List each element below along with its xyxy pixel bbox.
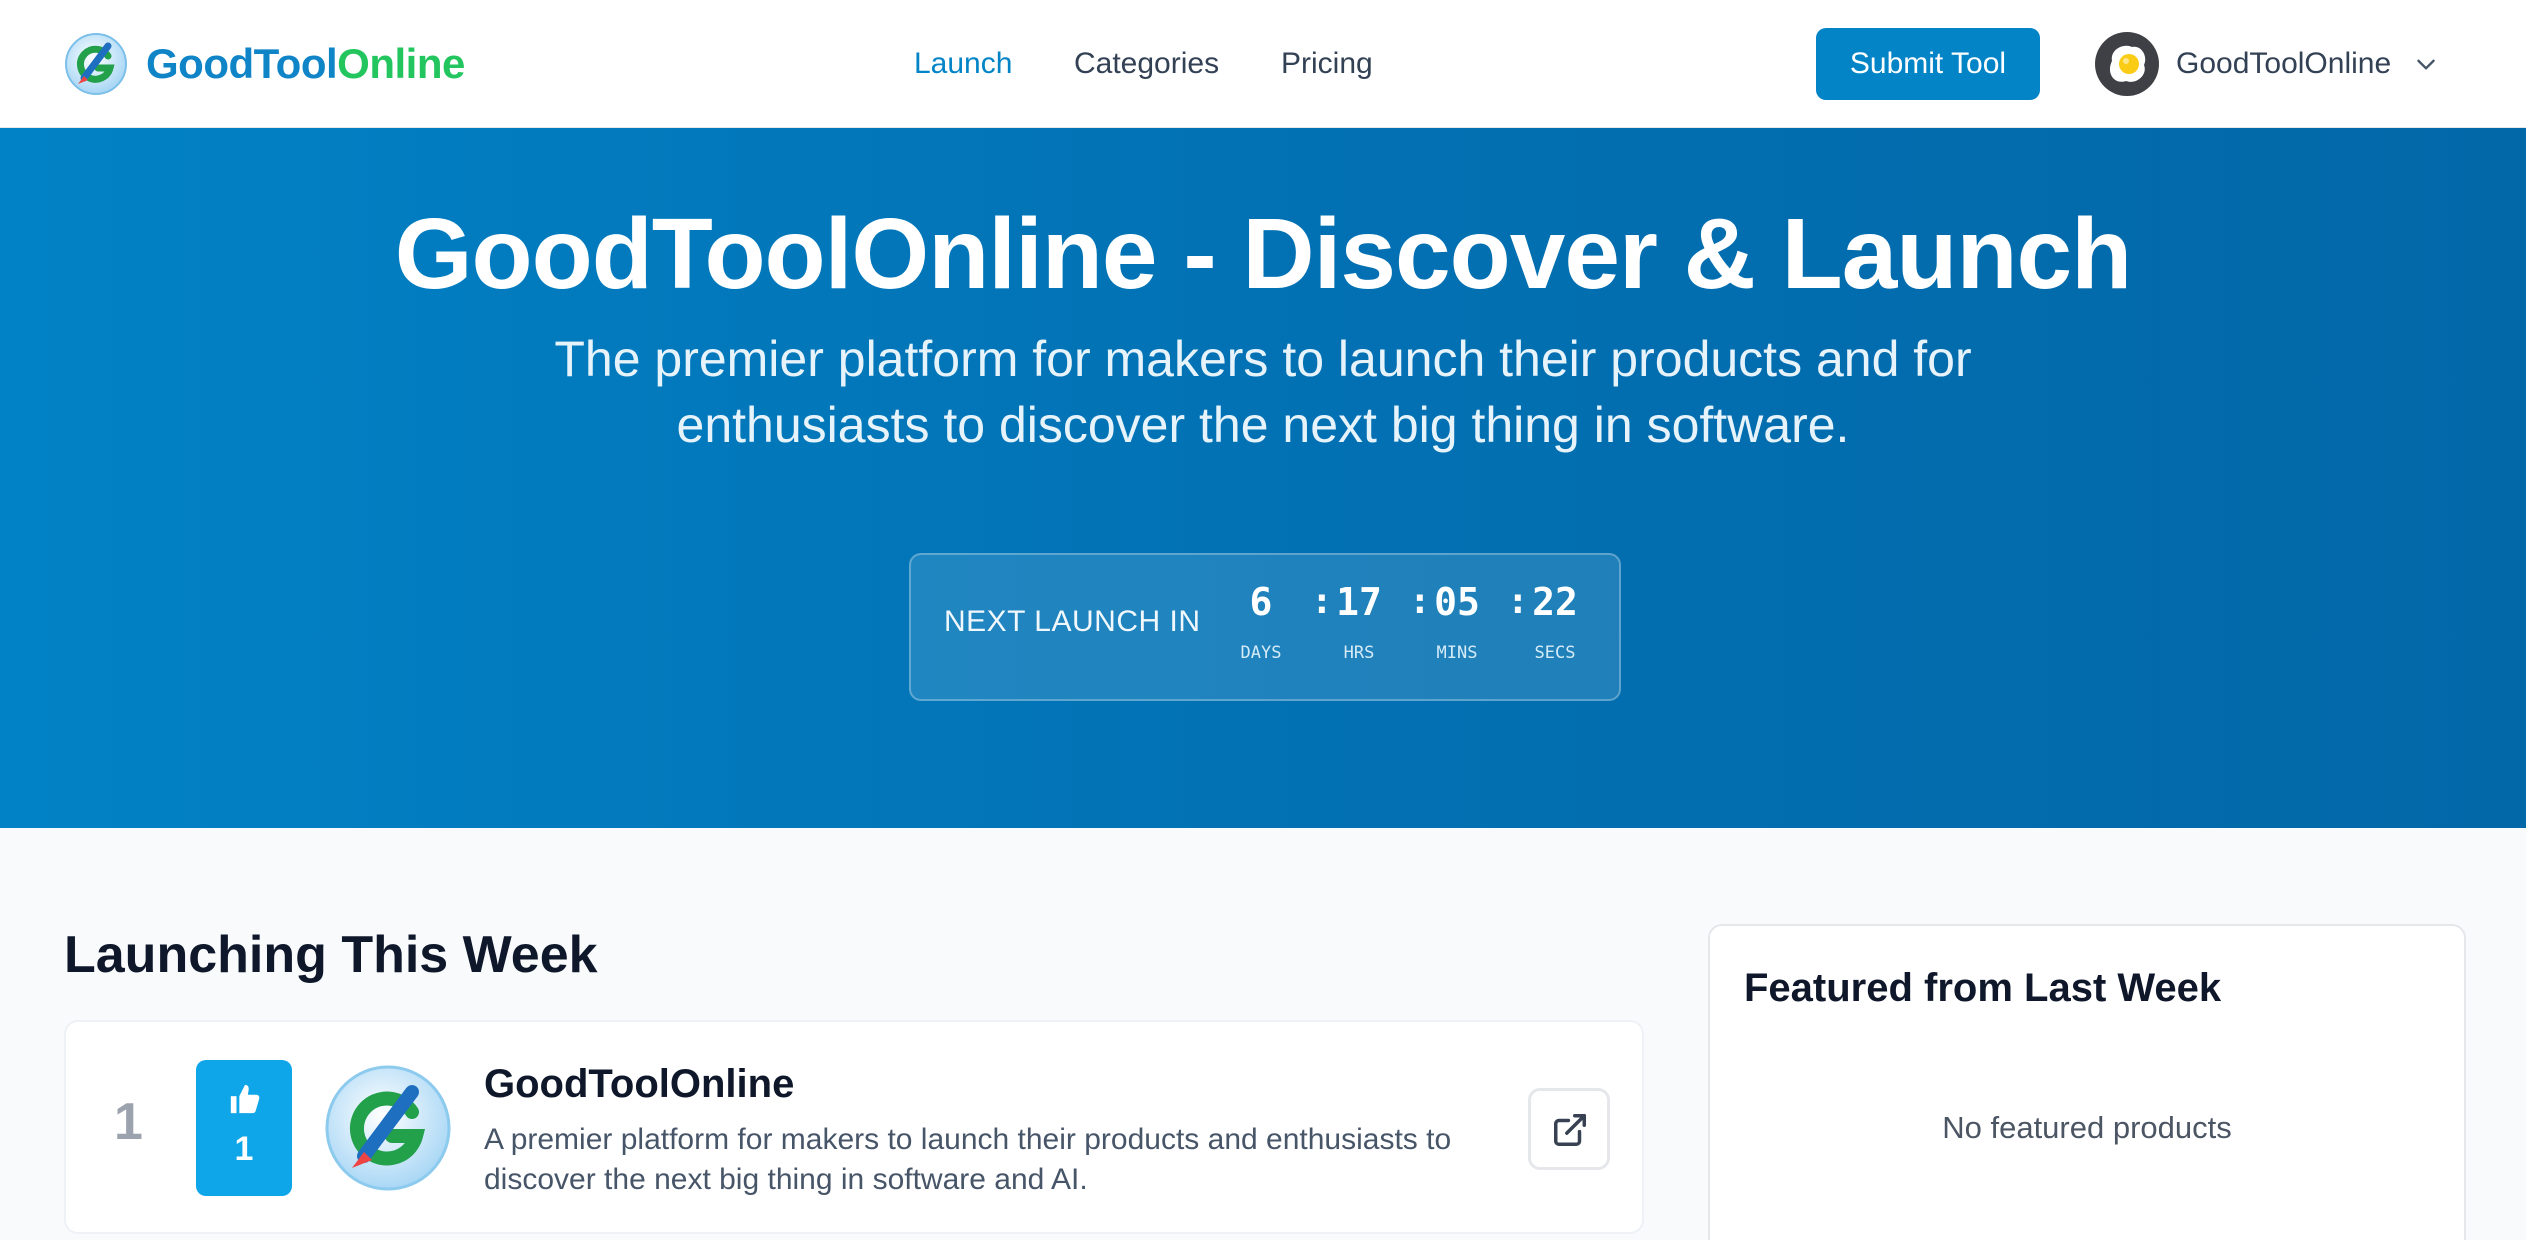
launch-countdown: NEXT LAUNCH IN 6 DAYS : 17 HRS : 05 MINS… — [909, 553, 1621, 701]
countdown-secs-value: 22 — [1532, 580, 1578, 624]
countdown-days-value: 6 — [1249, 580, 1273, 624]
product-logo — [325, 1065, 451, 1191]
product-name[interactable]: GoodToolOnline — [484, 1062, 794, 1107]
countdown-label: NEXT LAUNCH IN — [944, 605, 1201, 638]
upvote-count: 1 — [234, 1130, 254, 1168]
product-description-line-1: A premier platform for makers to launch … — [484, 1123, 1452, 1156]
launching-section-title: Launching This Week — [64, 926, 598, 984]
product-card[interactable]: 1 1 GoodToolOnline A premier platform fo… — [64, 1020, 1644, 1234]
user-menu[interactable]: GoodToolOnline — [2094, 30, 2439, 98]
countdown-secs: 22 SECS — [1515, 579, 1595, 663]
upvote-button[interactable]: 1 — [196, 1060, 292, 1196]
hero-title: GoodToolOnline - Discover & Launch — [394, 198, 2132, 310]
countdown-hours-value: 17 — [1336, 580, 1382, 624]
countdown-hours-label: HRS — [1343, 643, 1375, 663]
countdown-days-label: DAYS — [1240, 643, 1282, 663]
countdown-secs-label: SECS — [1534, 643, 1576, 663]
hero-subtitle-line-1: The premier platform for makers to launc… — [554, 331, 1972, 387]
chevron-down-icon — [2417, 59, 2435, 70]
external-link-button[interactable] — [1528, 1088, 1610, 1170]
countdown-days: 6 DAYS — [1221, 579, 1301, 663]
brand-name-part2: Online — [337, 40, 465, 87]
featured-empty-state: No featured products — [1942, 1110, 2232, 1145]
thumbs-up-icon — [230, 1084, 260, 1114]
hero-subtitle-line-2: enthusiasts to discover the next big thi… — [676, 397, 1850, 453]
egg-avatar-icon — [2095, 32, 2159, 96]
product-description-line-2: discover the next big thing in software … — [484, 1163, 1088, 1196]
product-rank: 1 — [114, 1093, 143, 1151]
product-description: A premier platform for makers to launch … — [484, 1120, 1504, 1200]
featured-panel: Featured from Last Week No featured prod… — [1708, 924, 2466, 1240]
hero-banner: GoodToolOnline - Discover & Launch The p… — [0, 128, 2526, 828]
nav-pricing[interactable]: Pricing — [1281, 40, 1373, 88]
brand-name-part1: GoodTool — [146, 40, 338, 87]
nav-categories[interactable]: Categories — [1074, 40, 1219, 88]
brand-home-link[interactable]: GoodToolOnline — [64, 31, 465, 97]
countdown-hours: 17 HRS — [1319, 579, 1399, 663]
external-link-icon — [1554, 1114, 1586, 1146]
goodtoolonline-logo-icon — [65, 33, 127, 95]
brand-name: GoodToolOnline — [146, 40, 465, 88]
countdown-mins-label: MINS — [1436, 643, 1478, 663]
user-name: GoodToolOnline — [2176, 47, 2392, 80]
countdown-mins-value: 05 — [1434, 580, 1480, 624]
top-navbar: GoodToolOnline Launch Categories Pricing… — [0, 0, 2526, 128]
hero-subtitle: The premier platform for makers to launc… — [513, 326, 2013, 458]
countdown-mins: 05 MINS — [1417, 579, 1497, 663]
featured-title: Featured from Last Week — [1744, 966, 2222, 1010]
nav-launch[interactable]: Launch — [914, 40, 1012, 88]
submit-tool-button[interactable]: Submit Tool — [1816, 28, 2040, 100]
